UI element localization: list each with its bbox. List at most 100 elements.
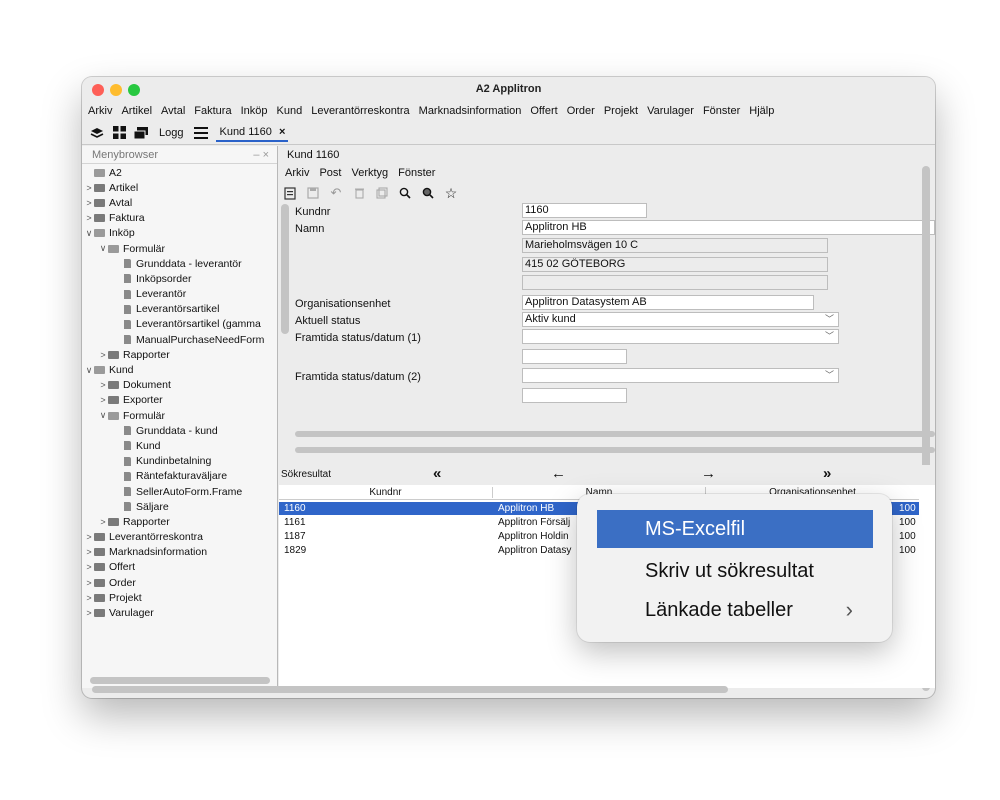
chevron-right-icon[interactable]: > [84,593,94,603]
sidebar-item[interactable]: Inköpsorder [82,271,277,286]
sidebar-item[interactable]: > Varulager [82,605,277,620]
address-line2-field[interactable]: 415 02 GÖTEBORG [522,257,828,272]
sidebar-item[interactable]: ∨ Formulär [82,408,277,423]
menu-hjalp[interactable]: Hjälp [749,105,774,117]
favorite-star-icon[interactable]: ☆ [444,185,458,201]
sidebar-item[interactable]: > Rapporter [82,514,277,529]
close-tab-icon[interactable]: × [279,126,285,138]
address-line3-field[interactable] [522,275,828,290]
advanced-search-icon[interactable] [421,186,435,200]
menu-lines-icon[interactable] [194,126,209,140]
form-hscrollbar[interactable] [295,431,935,437]
sidebar-hscrollbar[interactable] [90,677,270,684]
sidebar-item[interactable]: Kundinbetalning [82,454,277,469]
menu-leverantorreskontra[interactable]: Leverantörreskontra [311,105,409,117]
menu-varulager[interactable]: Varulager [647,105,694,117]
save-icon[interactable] [306,186,320,200]
chevron-down-icon[interactable]: ∨ [98,410,108,421]
form-menu-arkiv[interactable]: Arkiv [285,167,309,179]
window-hscrollbar[interactable] [92,686,728,693]
sidebar-item[interactable]: Leverantör [82,287,277,302]
search-icon[interactable] [398,186,412,200]
form-hscrollbar-2[interactable] [295,447,935,453]
layers-icon[interactable] [90,126,104,140]
sidebar-item[interactable]: ∨ Kund [82,362,277,377]
status-select[interactable]: Aktiv kund ﹀ [522,312,839,327]
menu-arkiv[interactable]: Arkiv [88,105,112,117]
menu-order[interactable]: Order [567,105,595,117]
sidebar-item[interactable]: Kund [82,438,277,453]
menu-inkop[interactable]: Inköp [241,105,268,117]
sidebar-item[interactable]: A2 [82,165,277,180]
chevron-right-icon[interactable]: > [98,395,108,405]
sidebar-controls[interactable]: – × [253,149,269,161]
sidebar-item[interactable]: > Faktura [82,211,277,226]
menu-projekt[interactable]: Projekt [604,105,638,117]
previous-page-button[interactable]: ← [551,465,566,482]
grid-icon[interactable] [112,126,126,140]
sidebar-item[interactable]: SellerAutoForm.Frame [82,484,277,499]
sidebar-item[interactable]: ∨ Inköp [82,226,277,241]
sidebar-item[interactable]: ManualPurchaseNeedForm [82,332,277,347]
column-kundnr[interactable]: Kundnr [279,487,492,498]
chevron-right-icon[interactable]: > [84,213,94,223]
framtida2-select[interactable]: ﹀ [522,368,839,383]
sidebar-item[interactable]: > Artikel [82,180,277,195]
form-vscrollbar[interactable] [281,204,289,334]
report-icon[interactable] [283,186,297,200]
windows-icon[interactable] [134,126,148,140]
sidebar-item[interactable]: > Rapporter [82,347,277,362]
chevron-right-icon[interactable]: > [84,547,94,557]
sidebar-item[interactable]: > Exporter [82,393,277,408]
copy-icon[interactable] [375,186,389,200]
sidebar-item[interactable]: Säljare [82,499,277,514]
framtida1-select[interactable]: ﹀ [522,329,839,344]
menu-artikel[interactable]: Artikel [121,105,152,117]
undo-icon[interactable]: ↶ [329,185,343,200]
tab-kund-1160[interactable]: Kund 1160 × [216,124,289,142]
sidebar-item[interactable]: Leverantörsartikel (gamma [82,317,277,332]
sidebar-item[interactable]: > Avtal [82,195,277,210]
last-page-button[interactable]: » [823,465,831,482]
chevron-right-icon[interactable]: > [84,183,94,193]
menu-avtal[interactable]: Avtal [161,105,185,117]
address-line1-field[interactable]: Marieholmsvägen 10 C [522,238,828,253]
close-window-button[interactable] [92,84,104,96]
menu-item-lankade-tabeller[interactable]: Länkade tabeller › [597,591,873,629]
first-page-button[interactable]: « [433,465,441,482]
menu-offert[interactable]: Offert [530,105,557,117]
menu-fonster[interactable]: Fönster [703,105,740,117]
chevron-right-icon[interactable]: > [98,350,108,360]
form-menu-verktyg[interactable]: Verktyg [351,167,388,179]
sidebar-item[interactable]: Grunddata - leverantör [82,256,277,271]
sidebar-item[interactable]: > Marknadsinformation [82,545,277,560]
sidebar-item[interactable]: Grunddata - kund [82,423,277,438]
namn-field[interactable]: Applitron HB [522,220,935,235]
chevron-right-icon[interactable]: > [84,578,94,588]
kundnr-field[interactable]: 1160 [522,203,647,218]
chevron-right-icon[interactable]: > [84,608,94,618]
framtida2-date-field[interactable] [522,388,627,403]
org-field[interactable]: Applitron Datasystem AB [522,295,814,310]
framtida1-date-field[interactable] [522,349,627,364]
sidebar-item[interactable]: > Order [82,575,277,590]
sidebar-item[interactable]: > Offert [82,560,277,575]
sidebar-item[interactable]: Leverantörsartikel [82,302,277,317]
chevron-right-icon[interactable]: > [84,198,94,208]
chevron-down-icon[interactable]: ∨ [98,243,108,254]
tab-logg[interactable]: Logg [156,125,186,141]
sidebar-item[interactable]: > Dokument [82,378,277,393]
menu-item-ms-excelfil[interactable]: MS-Excelfil [597,510,873,548]
menu-item-skriv-ut-sokresultat[interactable]: Skriv ut sökresultat [597,552,873,590]
sidebar-item[interactable]: ∨ Formulär [82,241,277,256]
chevron-down-icon[interactable]: ∨ [84,365,94,376]
zoom-window-button[interactable] [128,84,140,96]
sidebar-item[interactable]: Räntefakturaväljare [82,469,277,484]
chevron-right-icon[interactable]: > [98,380,108,390]
chevron-right-icon[interactable]: > [84,532,94,542]
chevron-down-icon[interactable]: ∨ [84,228,94,239]
form-menu-fonster[interactable]: Fönster [398,167,435,179]
sidebar-item[interactable]: > Projekt [82,590,277,605]
next-page-button[interactable]: → [701,465,716,482]
menu-kund[interactable]: Kund [277,105,303,117]
